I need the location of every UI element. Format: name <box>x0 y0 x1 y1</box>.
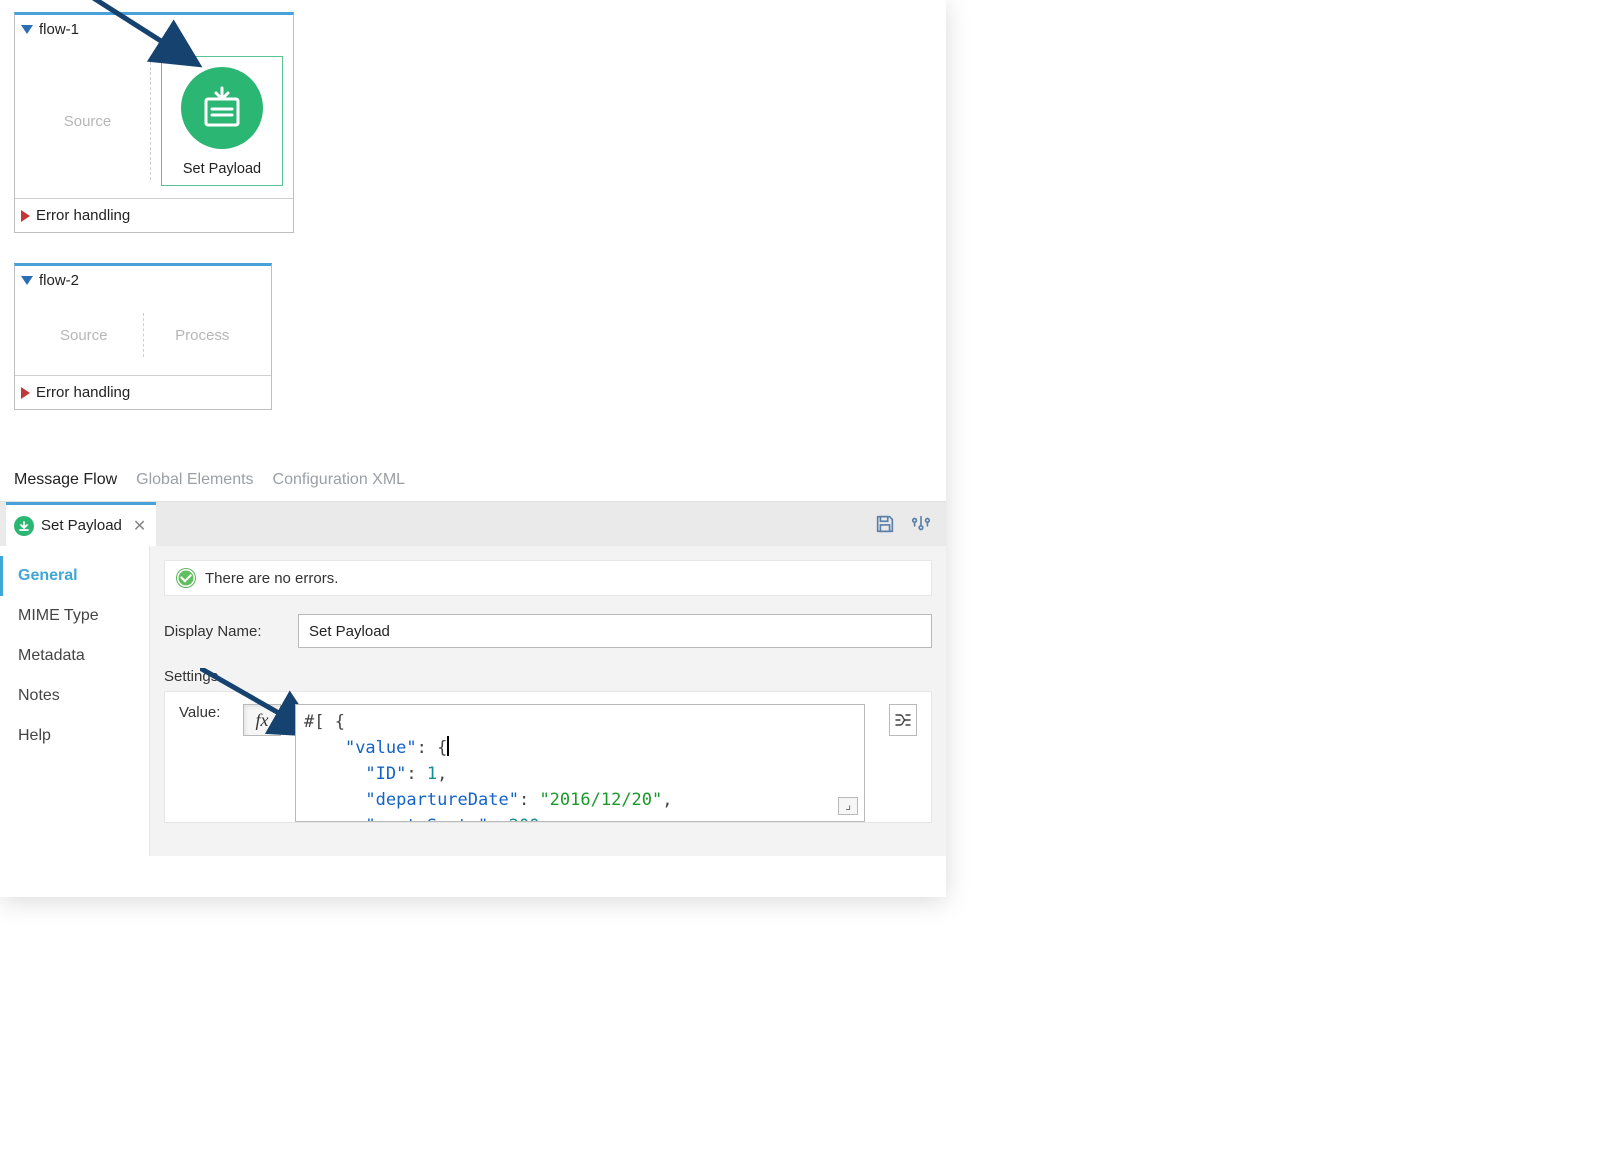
app-window: flow-1 Source <box>0 0 946 897</box>
properties-form: There are no errors. Display Name: Setti… <box>150 546 946 856</box>
side-tab-notes[interactable]: Notes <box>0 676 149 716</box>
flow-canvas[interactable]: flow-1 Source <box>0 0 946 467</box>
settings-heading: Settings <box>164 668 932 685</box>
chevron-down-icon[interactable] <box>21 25 33 34</box>
component-label: Set Payload <box>183 161 261 177</box>
properties-body: General MIME Type Metadata Notes Help Th… <box>0 546 946 856</box>
source-slot[interactable]: Source <box>25 113 150 130</box>
display-name-input[interactable] <box>298 614 932 648</box>
flow-box-1[interactable]: flow-1 Source <box>14 12 294 233</box>
properties-panel: Set Payload ✕ General MIME Type Metadata… <box>0 501 946 856</box>
chevron-down-icon[interactable] <box>21 276 33 285</box>
properties-tabstrip: Set Payload ✕ <box>0 502 946 546</box>
chevron-right-icon[interactable] <box>21 210 30 222</box>
set-payload-component[interactable]: Set Payload <box>161 56 283 186</box>
error-section-1[interactable]: Error handling <box>15 198 293 232</box>
flow-body-2[interactable]: Source Process <box>15 295 271 375</box>
settings-icon[interactable] <box>910 513 932 535</box>
flow-name-1: flow-1 <box>39 21 79 38</box>
settings-box: Value: fx #[ { "value": { "ID": 1, "depa… <box>164 691 932 823</box>
canvas-tabs: Message Flow Global Elements Configurati… <box>0 467 946 501</box>
display-name-label: Display Name: <box>164 623 284 640</box>
side-tab-metadata[interactable]: Metadata <box>0 636 149 676</box>
set-payload-icon <box>181 67 263 149</box>
display-name-row: Display Name: <box>164 614 932 648</box>
side-tab-mime[interactable]: MIME Type <box>0 596 149 636</box>
error-label-1: Error handling <box>36 207 130 224</box>
chevron-right-icon[interactable] <box>21 387 30 399</box>
flow-body-1[interactable]: Source Se <box>15 44 293 198</box>
value-row: Value: fx #[ { "value": { "ID": 1, "depa… <box>179 704 917 822</box>
scroll-corner-icon[interactable]: ⌟ <box>838 797 858 815</box>
side-tab-help[interactable]: Help <box>0 716 149 756</box>
value-expression-input[interactable]: #[ { "value": { "ID": 1, "departureDate"… <box>295 704 865 822</box>
checkmark-icon <box>177 569 195 587</box>
fx-button[interactable]: fx <box>243 704 281 736</box>
download-icon <box>14 516 34 536</box>
properties-tab-title: Set Payload <box>41 517 122 534</box>
tab-configuration-xml[interactable]: Configuration XML <box>273 471 406 489</box>
properties-side-tabs: General MIME Type Metadata Notes Help <box>0 546 150 856</box>
source-slot-2[interactable]: Source <box>25 327 143 344</box>
process-slot-2[interactable]: Process <box>144 327 262 344</box>
properties-toolbar <box>874 513 946 535</box>
side-tab-general[interactable]: General <box>0 556 149 596</box>
slot-divider <box>150 62 151 180</box>
close-icon[interactable]: ✕ <box>133 516 146 536</box>
save-icon[interactable] <box>874 513 896 535</box>
properties-tab-set-payload[interactable]: Set Payload ✕ <box>6 502 156 546</box>
expression-mode-button[interactable] <box>889 704 917 736</box>
validation-status: There are no errors. <box>164 560 932 596</box>
validation-status-text: There are no errors. <box>205 570 338 587</box>
flow-name-2: flow-2 <box>39 272 79 289</box>
flow-box-2[interactable]: flow-2 Source Process Error handling <box>14 263 272 410</box>
value-label: Value: <box>179 704 229 721</box>
error-section-2[interactable]: Error handling <box>15 375 271 409</box>
error-label-2: Error handling <box>36 384 130 401</box>
flow-header-2[interactable]: flow-2 <box>15 266 271 295</box>
tab-global-elements[interactable]: Global Elements <box>136 471 253 489</box>
tab-message-flow[interactable]: Message Flow <box>14 471 117 489</box>
flow-header-1[interactable]: flow-1 <box>15 15 293 44</box>
